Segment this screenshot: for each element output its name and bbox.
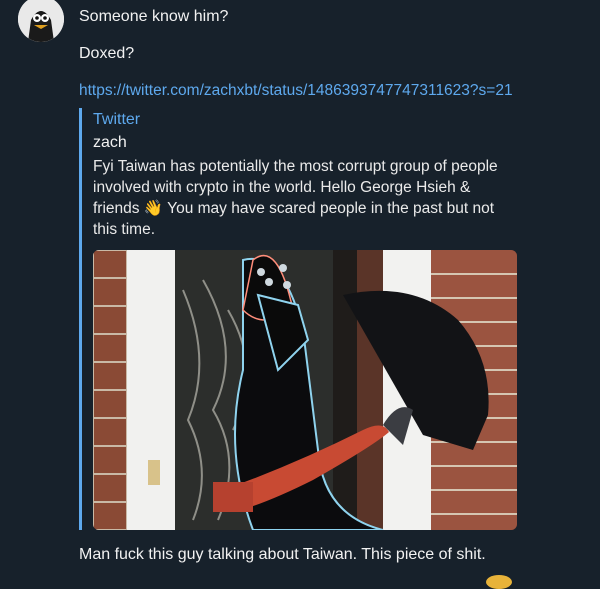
- preview-title: zach: [93, 134, 127, 151]
- message-text-1: Someone know him?: [79, 8, 229, 25]
- wave-emoji: 👋: [143, 200, 164, 217]
- message-caption: Man fuck this guy talking about Taiwan. …: [79, 546, 486, 563]
- tweet-link[interactable]: https://twitter.com/zachxbt/status/14863…: [79, 82, 513, 100]
- reaction-icon[interactable]: [486, 575, 512, 589]
- preview-image[interactable]: [93, 250, 517, 530]
- message-text-2: Doxed?: [79, 45, 135, 62]
- link-preview[interactable]: Twitter zach Fyi Taiwan has potentially …: [79, 108, 522, 530]
- preview-description: Fyi Taiwan has potentially the most corr…: [93, 156, 513, 240]
- preview-site-name: Twitter: [93, 111, 141, 128]
- avatar[interactable]: [18, 0, 64, 42]
